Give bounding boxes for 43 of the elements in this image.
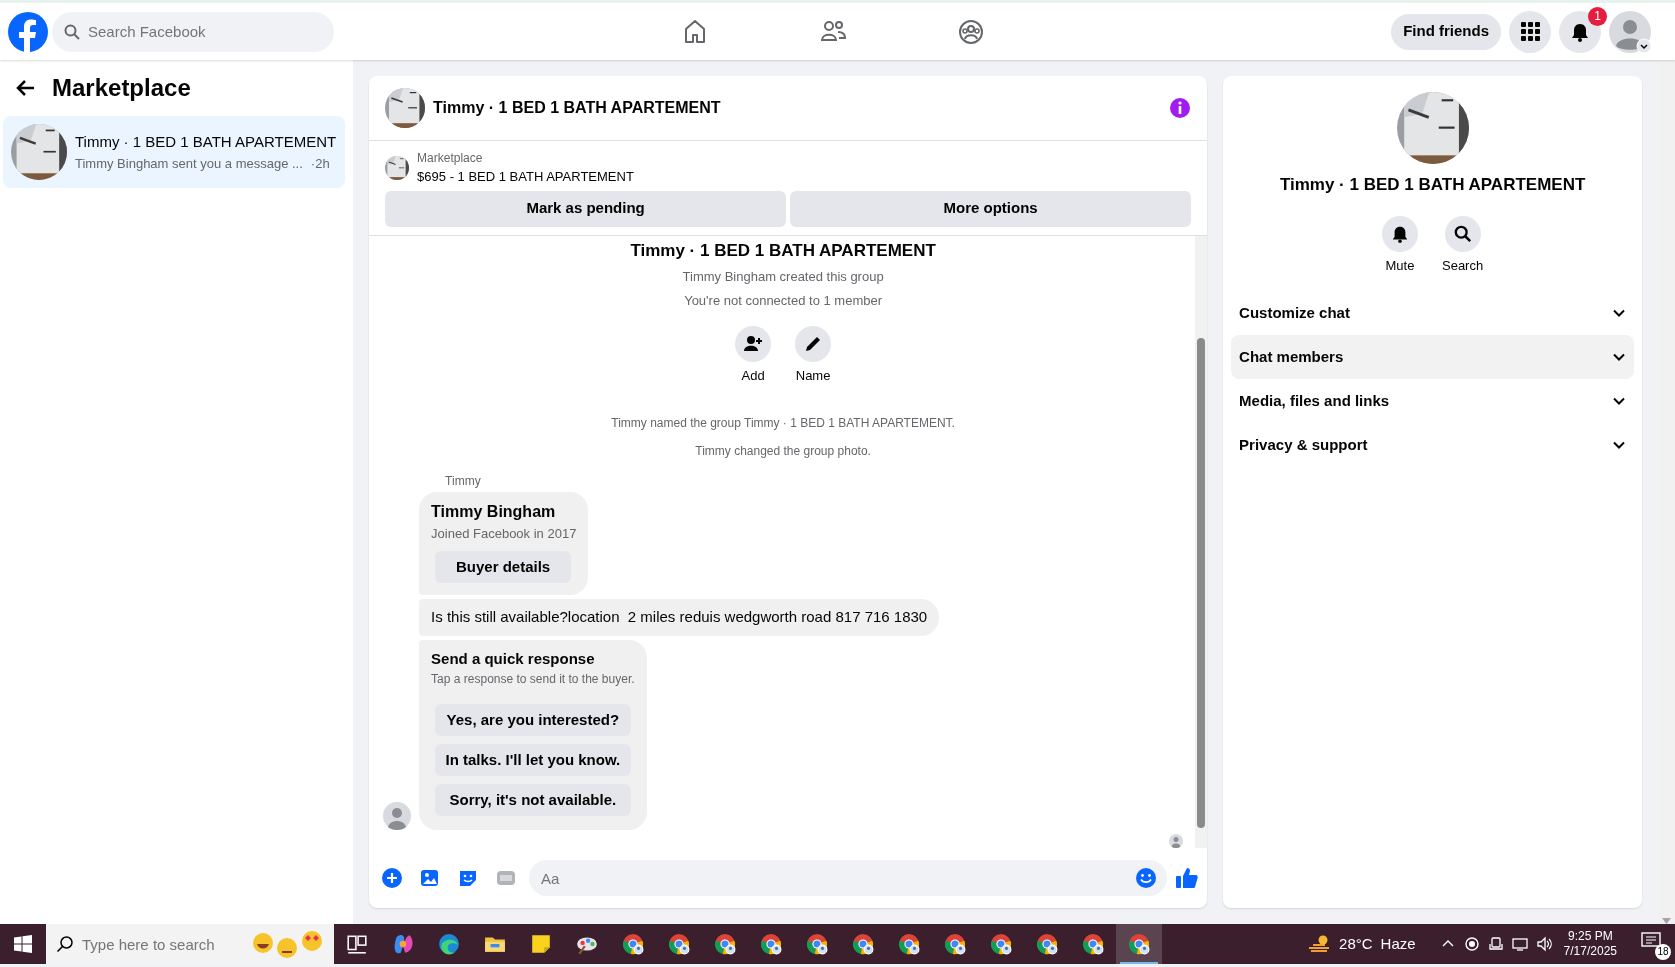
search-field[interactable]: Search Facebook: [52, 11, 334, 52]
event-text: Timmy named the group Timmy · 1 BED 1 BATH APARTEMENT.: [610, 414, 956, 432]
buyer-details-button[interactable]: Buyer details: [435, 551, 572, 583]
details-title: Timmy · 1 BED 1 BATH APARTEMENT: [1278, 174, 1587, 196]
find-friends-button[interactable]: Find friends: [1391, 13, 1501, 50]
action-button[interactable]: More options: [790, 190, 1192, 227]
quick-reply-button[interactable]: Yes, are you interested?: [435, 704, 631, 736]
time-label: ·2h: [310, 154, 330, 173]
quick-reply-button[interactable]: Sorry, it's not available.: [435, 784, 631, 816]
info-text: You're not connected to 1 member: [683, 291, 883, 310]
group-title: Timmy · 1 BED 1 BATH APARTEMENT: [629, 239, 937, 262]
action-button[interactable]: Mark as pending: [385, 190, 787, 227]
conversation-title: Timmy · 1 BED 1 BATH APARTEMENT: [75, 132, 337, 152]
taskbar-search-field[interactable]: Type here to search: [46, 924, 334, 964]
message-input[interactable]: Aa: [529, 860, 1168, 896]
action-label: Name: [795, 367, 831, 385]
event-text: Timmy changed the group photo.: [694, 442, 872, 460]
weather-condition: Haze: [1380, 933, 1416, 954]
listing-title: $695 - 1 BED 1 BATH APARTEMENT: [417, 168, 634, 186]
action-label: Add: [741, 367, 765, 385]
section-row[interactable]: Privacy & support: [1231, 423, 1635, 467]
quick-response-subtitle: Tap a response to send it to the buyer.: [431, 671, 635, 688]
clock[interactable]: 9:25 PM 7/17/2025: [1563, 929, 1617, 959]
quick-response-title: Send a quick response: [431, 648, 596, 669]
notification-count: 1: [1588, 6, 1607, 26]
action-label: Mute: [1385, 256, 1415, 275]
profile-name: Timmy Bingham: [431, 501, 557, 522]
conversation-item[interactable]: Timmy · 1 BED 1 BATH APARTEMENT Timmy Bingham sent you a message ... ·2h: [3, 116, 346, 188]
section-row[interactable]: Chat members: [1231, 335, 1635, 379]
message-bubble: Is this still available?location 2 miles reduis wedgworth road 817 716 1830: [419, 599, 940, 636]
section-row[interactable]: Media, files and links: [1231, 379, 1635, 423]
page-title: Marketplace: [52, 73, 191, 103]
quick-reply-button[interactable]: In talks. I'll let you know.: [435, 744, 631, 776]
listing-label: Marketplace: [417, 150, 484, 167]
sender-name: Timmy: [445, 472, 482, 490]
temperature-text: 28°C: [1339, 933, 1373, 954]
info-text: Timmy Bingham created this group: [681, 268, 885, 286]
chat-title: Timmy · 1 BED 1 BATH APARTEMENT: [433, 98, 722, 118]
action-label: Search: [1442, 256, 1484, 275]
profile-subtitle: Joined Facebook in 2017: [431, 524, 577, 543]
notification-count: 18: [1655, 944, 1671, 960]
message-preview: Timmy Bingham sent you a message ...: [75, 154, 303, 173]
section-row[interactable]: Customize chat: [1231, 291, 1635, 335]
